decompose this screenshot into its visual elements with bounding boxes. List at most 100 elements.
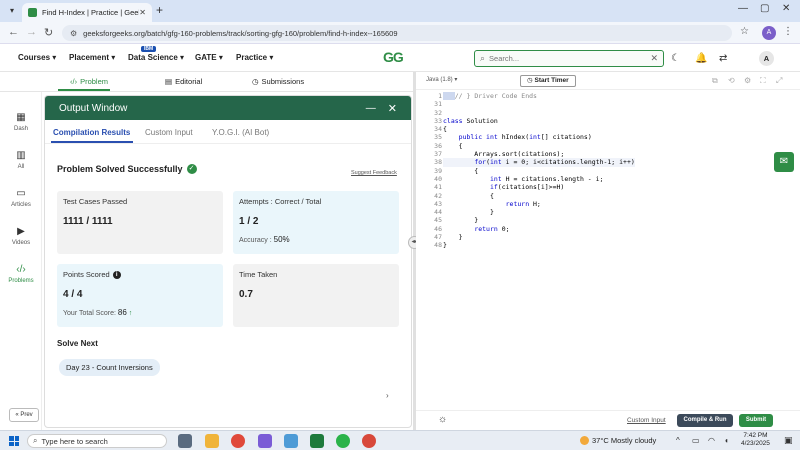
code-icon: ‹/› [70, 77, 78, 86]
tab-search-icon[interactable]: ▾ [6, 5, 18, 17]
chat-icon[interactable]: ✉ [774, 152, 794, 172]
submit-button[interactable]: Submit [739, 414, 773, 427]
code-area[interactable]: // } Driver Code Ends class Solution{ pu… [443, 92, 635, 250]
clear-search-icon[interactable]: ✕ [650, 53, 658, 64]
expand-icon[interactable]: ⤢ [776, 76, 782, 86]
close-output-icon[interactable]: ✕ [388, 102, 397, 115]
search-icon: ⌕ [480, 53, 486, 63]
browser-profile-avatar[interactable]: A [762, 26, 776, 40]
weather-icon [580, 436, 589, 445]
minimize-output-icon[interactable]: — [366, 103, 376, 114]
bookmark-star-icon[interactable]: ☆ [740, 26, 749, 37]
address-bar[interactable]: ⚙ geeksforgeeks.org/batch/gfg-160-proble… [62, 25, 732, 41]
tab-submissions[interactable]: ◷ Submissions [252, 77, 304, 86]
status-message: Problem Solved Successfully ✓ [57, 164, 197, 174]
taskbar-search[interactable]: ⌕ Type here to search [27, 434, 167, 448]
output-header: Output Window — ✕ [45, 96, 411, 120]
test-cases-card: Test Cases Passed 1111 / 1111 [57, 191, 223, 254]
windows-start-icon[interactable] [9, 436, 19, 446]
forward-icon[interactable]: → [26, 26, 37, 38]
chevron-right-icon[interactable]: › [386, 391, 389, 400]
nav-courses[interactable]: Courses ▾ [18, 53, 56, 62]
gfg-logo[interactable]: GG [383, 49, 404, 65]
editor-toolbar: Java (1.8) ▾ ◷ Start Timer ⧉ ⟲ ⚙ ⛶ ⤢ [416, 72, 800, 90]
time-taken-value: 0.7 [239, 289, 253, 300]
suggest-feedback-link[interactable]: Suggest Feedback [351, 170, 397, 176]
tab-yogi-ai-bot[interactable]: Y.O.G.I. (AI Bot) [212, 128, 269, 137]
browser-menu-icon[interactable]: ⋮ [783, 26, 793, 37]
new-tab-icon[interactable]: + [156, 3, 163, 17]
output-title: Output Window [59, 102, 128, 114]
search-box[interactable]: ⌕ Search... ✕ [474, 50, 664, 67]
compile-run-button[interactable]: Compile & Run [677, 414, 733, 427]
ibm-badge: IBM [141, 46, 157, 52]
tab-custom-input[interactable]: Custom Input [145, 128, 193, 137]
maximize-icon[interactable]: ▢ [760, 3, 769, 14]
clock-icon: ◷ [252, 77, 259, 86]
minimize-icon[interactable]: — [738, 3, 748, 14]
chrome-active-icon[interactable] [362, 434, 376, 448]
notification-bell-icon[interactable]: 🔔 [695, 53, 707, 64]
terminal-icon[interactable] [310, 434, 324, 448]
output-tabs: Compilation Results Custom Input Y.O.G.I… [45, 120, 411, 144]
arrow-up-icon: ↑ [128, 310, 133, 317]
nav-placement[interactable]: Placement ▾ [69, 53, 115, 62]
settings-icon[interactable]: ⚙ [744, 76, 751, 85]
translate-icon[interactable]: ⇄ [719, 53, 727, 64]
copy-icon[interactable]: ⧉ [712, 76, 718, 86]
book-icon: ▭ [16, 188, 26, 199]
theme-sun-icon[interactable]: ☼ [438, 414, 447, 425]
code-icon: ‹/› [16, 264, 26, 275]
file-explorer-icon[interactable] [205, 434, 219, 448]
nav-gate[interactable]: GATE ▾ [195, 53, 223, 62]
tab-problem[interactable]: ‹/› Problem [70, 77, 108, 86]
video-icon: ▶ [17, 226, 25, 237]
start-timer-button[interactable]: ◷ Start Timer [520, 75, 576, 87]
site-header: Courses ▾ Placement ▾ IBM Data Science ▾… [0, 44, 800, 72]
sidebar-item-articles[interactable]: ▭ Articles [0, 188, 42, 208]
app-icon[interactable] [258, 434, 272, 448]
info-icon[interactable]: i [112, 270, 121, 279]
nav-data-science[interactable]: Data Science ▾ [128, 53, 184, 62]
tab-editorial[interactable]: ▤ Editorial [165, 77, 202, 86]
language-select[interactable]: Java (1.8) ▾ [426, 76, 457, 83]
chrome-icon[interactable] [231, 434, 245, 448]
tab-compilation-results[interactable]: Compilation Results [53, 128, 130, 137]
site-info-icon[interactable]: ⚙ [70, 29, 77, 38]
user-avatar[interactable]: A [759, 51, 774, 66]
reset-icon[interactable]: ⟲ [728, 76, 735, 85]
task-view-icon[interactable] [178, 434, 192, 448]
weather-widget[interactable]: 37°C Mostly cloudy [580, 436, 656, 445]
sidebar-item-problems[interactable]: ‹/› Problems [0, 264, 42, 284]
dark-mode-icon[interactable]: ☾ [671, 53, 680, 64]
attempts-card: Attempts : Correct / Total 1 / 2 Accurac… [233, 191, 399, 254]
address-bar-row: ← → ↻ ⚙ geeksforgeeks.org/batch/gfg-160-… [0, 22, 800, 44]
sidebar-item-dash[interactable]: ▦ Dash [0, 112, 42, 132]
solve-next-title: Solve Next [57, 339, 98, 348]
total-score-text: Your Total Score: 86 ↑ [63, 308, 133, 317]
nav-practice[interactable]: Practice ▾ [236, 53, 273, 62]
solve-next-chip[interactable]: Day 23 - Count Inversions [59, 359, 160, 376]
browser-tab[interactable]: Find H-Index | Practice | GeeksforGeeks … [22, 3, 152, 22]
prev-button[interactable]: « Prev [9, 408, 39, 422]
volume-icon[interactable]: ◖ [724, 436, 729, 445]
points-card: Points Scored i 4 / 4 Your Total Score: 8… [57, 264, 223, 327]
accuracy-text: Accuracy : 50% [239, 235, 290, 244]
fullscreen-icon[interactable]: ⛶ [760, 76, 766, 86]
tray-chevron-icon[interactable]: ^ [676, 436, 680, 445]
close-window-icon[interactable]: ✕ [782, 3, 790, 14]
back-icon[interactable]: ← [8, 26, 19, 38]
reload-icon[interactable]: ↻ [44, 26, 53, 39]
search-input[interactable]: Search... [489, 54, 650, 63]
wifi-icon[interactable]: ◠ [708, 436, 715, 445]
custom-input-link[interactable]: Custom Input [627, 417, 666, 424]
whatsapp-icon[interactable] [336, 434, 350, 448]
sidebar-item-all[interactable]: ▥ All [0, 150, 42, 170]
notifications-icon[interactable]: ▣ [784, 435, 793, 446]
close-tab-icon[interactable]: ✕ [139, 8, 146, 17]
left-sidebar: ▦ Dash ▥ All ▭ Articles ▶ Videos ‹/› Pro… [0, 92, 42, 430]
sidebar-item-videos[interactable]: ▶ Videos [0, 226, 42, 246]
app-icon[interactable] [284, 434, 298, 448]
system-clock[interactable]: 7:42 PM 4/23/2025 [741, 432, 770, 448]
network-icon[interactable]: ▭ [692, 436, 700, 445]
